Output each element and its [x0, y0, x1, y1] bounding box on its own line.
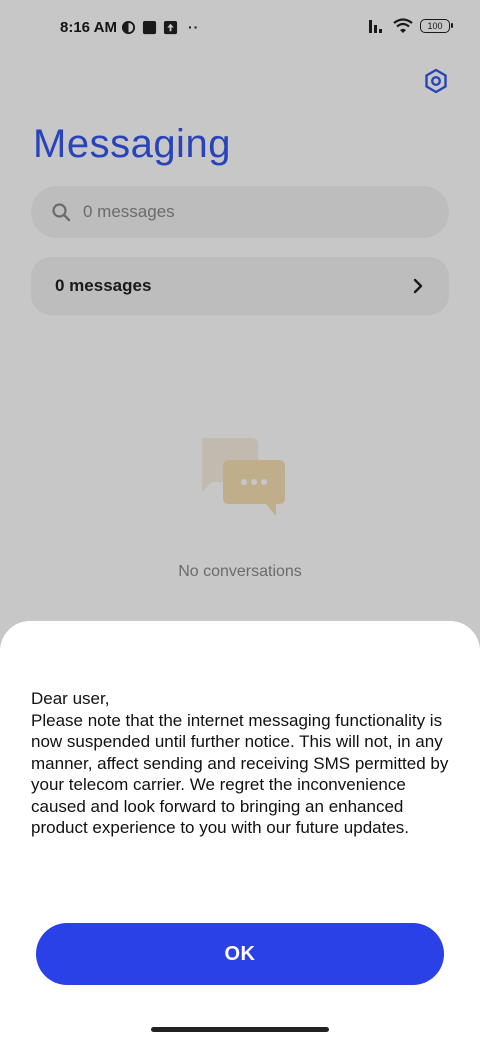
ok-button[interactable]: OK: [36, 923, 444, 985]
notice-message: Dear user, Please note that the internet…: [31, 688, 459, 839]
notice-text: Dear user, Please note that the internet…: [31, 689, 449, 837]
home-indicator[interactable]: [151, 1027, 329, 1032]
